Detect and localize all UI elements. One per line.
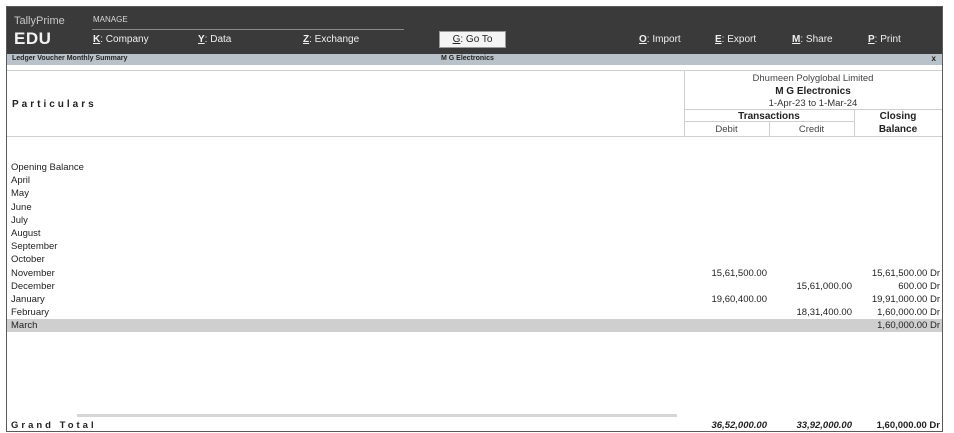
export-menu-label: : Export [721,34,757,45]
import-menu-label: : Import [646,34,681,45]
header-divider [684,109,942,110]
table-row[interactable]: September [7,240,942,253]
brand-edition: EDU [14,29,52,48]
data-menu-label: : Data [204,34,232,45]
print-shortcut-key: P [868,34,875,45]
data-shortcut-key: Y [198,34,205,45]
company-menu-button[interactable]: K: Company [93,34,149,45]
share-menu-label: : Share [800,34,833,45]
report-title-bar: Ledger Voucher Monthly Summary M G Elect… [7,54,942,65]
share-menu-button[interactable]: M: Share [792,34,833,45]
exchange-menu-label: : Exchange [309,34,360,45]
ledger-heading: M G Electronics [775,86,851,97]
row-particulars: October [11,254,45,266]
row-debit: 15,61,500.00 [711,267,767,279]
table-row-selected[interactable]: March 1,60,000.00 Dr [7,319,942,333]
row-closing: 1,60,000.00 Dr [877,307,940,319]
goto-label: : Go To [460,34,493,45]
manage-label: MANAGE [93,15,128,24]
transactions-heading: Transactions [738,111,800,122]
row-particulars: March [11,320,38,332]
table-row[interactable]: June [7,201,942,214]
table-row[interactable]: October [7,253,942,266]
monthly-summary-table: Opening Balance April May June July Augu… [7,161,942,333]
credit-column-header: Credit [798,124,825,135]
go-to-button[interactable]: G: Go To [439,31,506,48]
top-bar: TallyPrime EDU MANAGE K: Company Y: Data… [7,7,942,54]
header-top-border [7,70,942,71]
row-particulars: June [11,201,32,213]
row-particulars: July [11,214,28,226]
row-particulars: May [11,188,29,200]
row-debit: 19,60,400.00 [711,293,767,305]
report-period: 1-Apr-23 to 1-Mar-24 [768,98,858,109]
row-particulars: February [11,307,50,319]
table-row[interactable]: July [7,214,942,227]
table-row[interactable]: August [7,227,942,240]
row-closing: 600.00 Dr [898,280,940,292]
export-menu-button[interactable]: E: Export [715,34,756,45]
debit-column-header: Debit [715,124,738,135]
ledger-name: M G Electronics [441,55,494,62]
exchange-menu-button[interactable]: Z: Exchange [303,34,359,45]
import-menu-button[interactable]: O: Import [639,34,681,45]
export-shortcut-key: E [715,34,722,45]
row-closing: 1,60,000.00 Dr [877,320,940,332]
print-menu-button[interactable]: P: Print [868,34,901,45]
import-shortcut-key: O [639,34,647,45]
print-menu-label: : Print [874,34,901,45]
grand-total-credit: 33,92,000.00 [796,420,852,431]
brand-name: TallyPrime [14,15,65,27]
table-row[interactable]: January 19,60,400.00 19,91,000.00 Dr [7,293,942,306]
grand-total-closing: 1,60,000.00 Dr [876,420,940,431]
close-icon[interactable]: x [932,54,936,63]
grand-total-debit: 36,52,000.00 [711,420,767,431]
row-particulars: November [11,267,55,279]
table-row[interactable]: December 15,61,000.00 600.00 Dr [7,280,942,293]
table-row[interactable]: November 15,61,500.00 15,61,500.00 Dr [7,267,942,280]
grand-total-label: Grand Total [11,420,97,431]
table-row[interactable]: February 18,31,400.00 1,60,000.00 Dr [7,306,942,319]
table-row[interactable]: April [7,174,942,187]
table-row[interactable]: May [7,187,942,200]
row-particulars: September [11,241,58,253]
row-particulars: Opening Balance [11,162,84,173]
table-row[interactable]: Opening Balance [7,161,942,174]
company-menu-label: : Company [100,34,149,45]
app-window: TallyPrime EDU MANAGE K: Company Y: Data… [6,6,943,432]
company-name: Dhumeen Polyglobal Limited [752,73,874,84]
manage-divider [92,29,404,30]
row-particulars: April [11,175,31,187]
data-menu-button[interactable]: Y: Data [198,34,231,45]
particulars-heading: Particulars [12,99,97,110]
row-particulars: August [11,227,41,239]
row-particulars: January [11,293,45,305]
balance-column-header: Balance [878,124,918,135]
row-credit: 18,31,400.00 [796,307,852,319]
report-name: Ledger Voucher Monthly Summary [12,55,128,62]
closing-column-header: Closing [879,111,917,122]
horizontal-scrollbar[interactable] [77,414,677,417]
header-bottom-border [7,136,942,137]
row-closing: 19,91,000.00 Dr [871,293,940,305]
row-closing: 15,61,500.00 Dr [871,267,940,279]
row-particulars: December [11,280,55,292]
row-credit: 15,61,000.00 [796,280,852,292]
grand-total-row: Grand Total 36,52,000.00 33,92,000.00 1,… [7,419,942,431]
